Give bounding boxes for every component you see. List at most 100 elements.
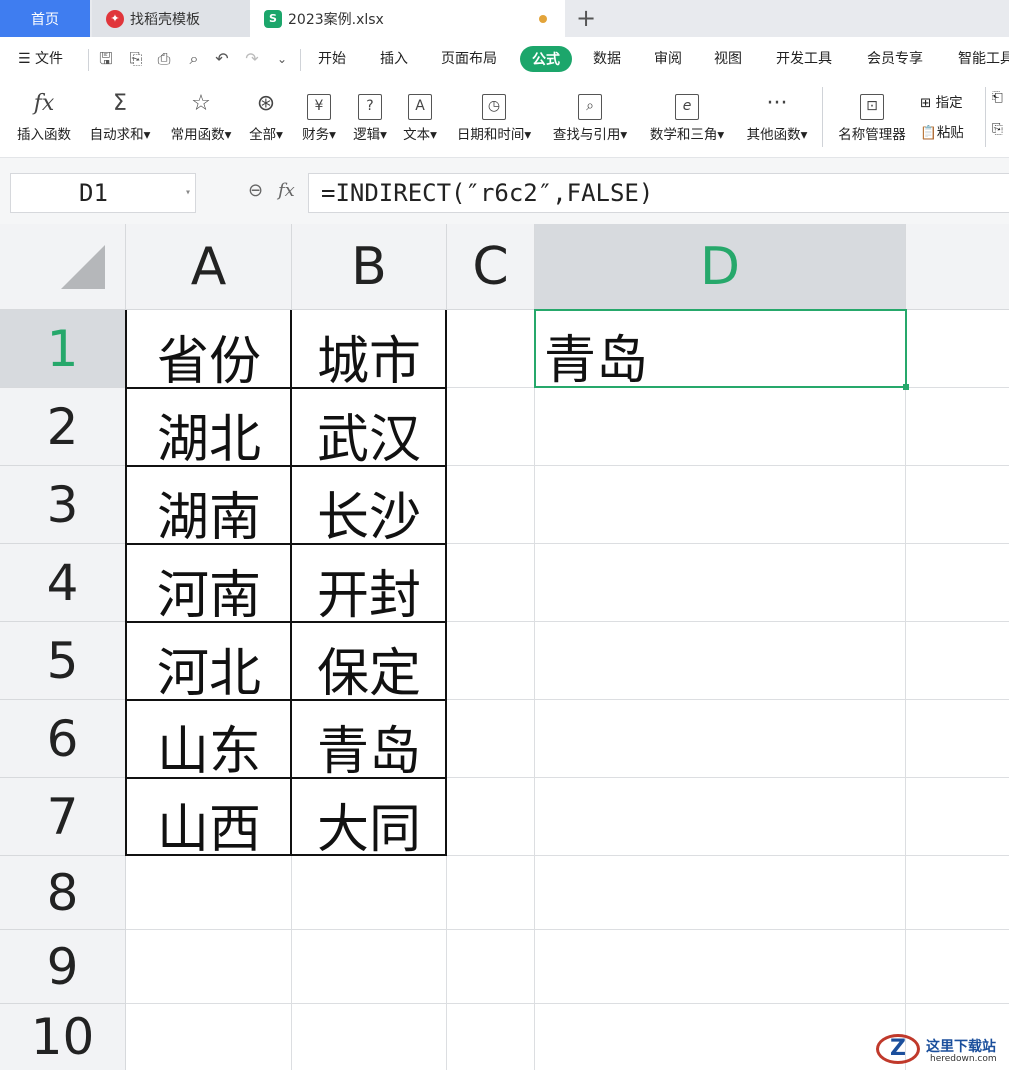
menu-bar: ☰ 文件 🖫 ⎘ ⎙ ⌕ ↶ ↷ ⌄ 开始 插入 页面布局 公式 数据 审阅 视…: [0, 37, 1009, 83]
row-header-9[interactable]: 9: [0, 930, 126, 1004]
gridline: [534, 310, 535, 1070]
text-a-icon: A: [398, 89, 442, 120]
menu-start[interactable]: 开始: [318, 48, 346, 68]
asterisk-circle-icon: ⊛: [256, 91, 276, 116]
cell-a1[interactable]: 省份: [127, 319, 291, 394]
file-menu[interactable]: ☰ 文件: [18, 48, 63, 68]
unsaved-dot-icon: [539, 15, 547, 23]
sigma-icon: Σ: [113, 91, 127, 116]
column-header-b[interactable]: B: [292, 224, 447, 310]
tab-home[interactable]: 首页: [0, 0, 90, 37]
paste-icon: 📋: [920, 125, 937, 141]
other-functions-button[interactable]: ··· 其他函数▾: [740, 83, 814, 153]
menu-page-layout[interactable]: 页面布局: [441, 48, 497, 68]
fill-handle[interactable]: [903, 384, 909, 390]
undo-icon[interactable]: ↶: [212, 49, 232, 69]
logic-label: 逻辑▾: [353, 127, 387, 143]
column-header-c[interactable]: C: [447, 224, 535, 310]
select-all-corner[interactable]: [0, 224, 126, 310]
menu-developer[interactable]: 开发工具: [776, 48, 832, 68]
menu-member[interactable]: 会员专享: [867, 48, 923, 68]
gridline: [126, 1003, 1009, 1004]
name-box-dropdown-icon[interactable]: ▾: [185, 174, 191, 212]
finance-button[interactable]: ¥ 财务▾: [296, 83, 342, 153]
row-header-1[interactable]: 1: [0, 310, 126, 388]
cell-b3[interactable]: 长沙: [292, 475, 446, 550]
watermark-title: 这里下载站: [926, 1039, 996, 1055]
finance-label: 财务▾: [302, 127, 336, 143]
cell-a2[interactable]: 湖北: [127, 397, 291, 472]
column-header-d[interactable]: D: [535, 224, 906, 310]
lookup-button[interactable]: ⌕ 查找与引用▾: [546, 83, 634, 153]
menu-view[interactable]: 视图: [714, 48, 742, 68]
common-functions-button[interactable]: ☆ 常用函数▾: [164, 83, 238, 153]
name-box[interactable]: D1 ▾: [10, 173, 196, 213]
cell-a5[interactable]: 河北: [127, 631, 291, 706]
row-header-2[interactable]: 2: [0, 388, 126, 466]
file-menu-label: 文件: [35, 51, 64, 67]
menu-formula[interactable]: 公式: [520, 46, 572, 72]
cell-a6[interactable]: 山东: [127, 709, 291, 784]
star-icon: ☆: [191, 91, 211, 116]
row-header-7[interactable]: 7: [0, 778, 126, 856]
datetime-button[interactable]: ◷ 日期和时间▾: [450, 83, 538, 153]
row-header-6[interactable]: 6: [0, 700, 126, 778]
logic-button[interactable]: ? 逻辑▾: [348, 83, 392, 153]
autosum-label: 自动求和▾: [89, 127, 151, 143]
row-header-8[interactable]: 8: [0, 856, 126, 930]
new-tab-plus-icon[interactable]: +: [574, 4, 598, 32]
autosum-button[interactable]: Σ 自动求和▾: [84, 83, 156, 153]
docer-logo-icon: ✦: [106, 9, 124, 28]
tab-file[interactable]: S 2023案例.xlsx: [250, 0, 565, 37]
print-icon[interactable]: ⎙: [154, 49, 174, 69]
text-button[interactable]: A 文本▾: [398, 83, 442, 153]
name-manager-button[interactable]: ⊡ 名称管理器: [832, 83, 912, 153]
fx-button[interactable]: fx: [278, 180, 295, 201]
export-icon[interactable]: ⎘: [126, 49, 146, 69]
specify-button[interactable]: ⊞ 指定: [920, 91, 963, 111]
paste-label: 粘贴: [936, 125, 964, 141]
column-header-a[interactable]: A: [126, 224, 292, 310]
cell-b7[interactable]: 大同: [292, 787, 446, 862]
formula-text: =INDIRECT(″r6c2″,FALSE): [321, 179, 654, 207]
tab-home-label: 首页: [31, 11, 59, 28]
divider: [822, 87, 823, 147]
column-header-e[interactable]: [906, 224, 1009, 310]
cell-b6[interactable]: 青岛: [292, 709, 446, 784]
link-icon[interactable]: ⎘: [992, 121, 1003, 137]
save-icon[interactable]: 🖫: [96, 49, 116, 69]
all-functions-button[interactable]: ⊛ 全部▾: [244, 83, 288, 153]
row-header-10[interactable]: 10: [0, 1004, 126, 1070]
trace-icon[interactable]: ⎗: [992, 89, 1003, 105]
lookup-label: 查找与引用▾: [552, 127, 628, 143]
cell-a7[interactable]: 山西: [127, 787, 291, 862]
cell-a4[interactable]: 河南: [127, 553, 291, 628]
zoom-magnifier-icon[interactable]: ⊖: [248, 180, 263, 201]
tab-template[interactable]: ✦ 找稻壳模板: [92, 0, 250, 37]
cell-b2[interactable]: 武汉: [292, 397, 446, 472]
row-header-4[interactable]: 4: [0, 544, 126, 622]
redo-icon[interactable]: ↷: [242, 49, 262, 69]
cell-b1[interactable]: 城市: [292, 319, 446, 394]
clock-icon: ◷: [450, 89, 538, 120]
row-header-3[interactable]: 3: [0, 466, 126, 544]
cell-b5[interactable]: 保定: [292, 631, 446, 706]
menu-review[interactable]: 审阅: [654, 48, 682, 68]
menu-insert[interactable]: 插入: [380, 48, 408, 68]
lookup-magnifier-icon: ⌕: [546, 89, 634, 120]
paste-button[interactable]: 📋粘贴: [920, 121, 964, 141]
insert-function-button[interactable]: fx 插入函数: [10, 83, 78, 153]
specify-label: 指定: [935, 95, 963, 111]
menu-smart-tools[interactable]: 智能工具: [958, 48, 1009, 68]
tab-bar: 首页 ✦ 找稻壳模板 S 2023案例.xlsx +: [0, 0, 1009, 37]
gridline: [905, 310, 906, 1070]
math-button[interactable]: e 数学和三角▾: [642, 83, 732, 153]
cell-a3[interactable]: 湖南: [127, 475, 291, 550]
menu-data[interactable]: 数据: [593, 48, 621, 68]
customize-chevron-icon[interactable]: ⌄: [272, 49, 292, 69]
row-header-5[interactable]: 5: [0, 622, 126, 700]
print-preview-icon[interactable]: ⌕: [184, 49, 204, 69]
cell-b4[interactable]: 开封: [292, 553, 446, 628]
formula-input[interactable]: =INDIRECT(″r6c2″,FALSE): [308, 173, 1009, 213]
watermark-logo-icon: Z: [876, 1034, 920, 1064]
